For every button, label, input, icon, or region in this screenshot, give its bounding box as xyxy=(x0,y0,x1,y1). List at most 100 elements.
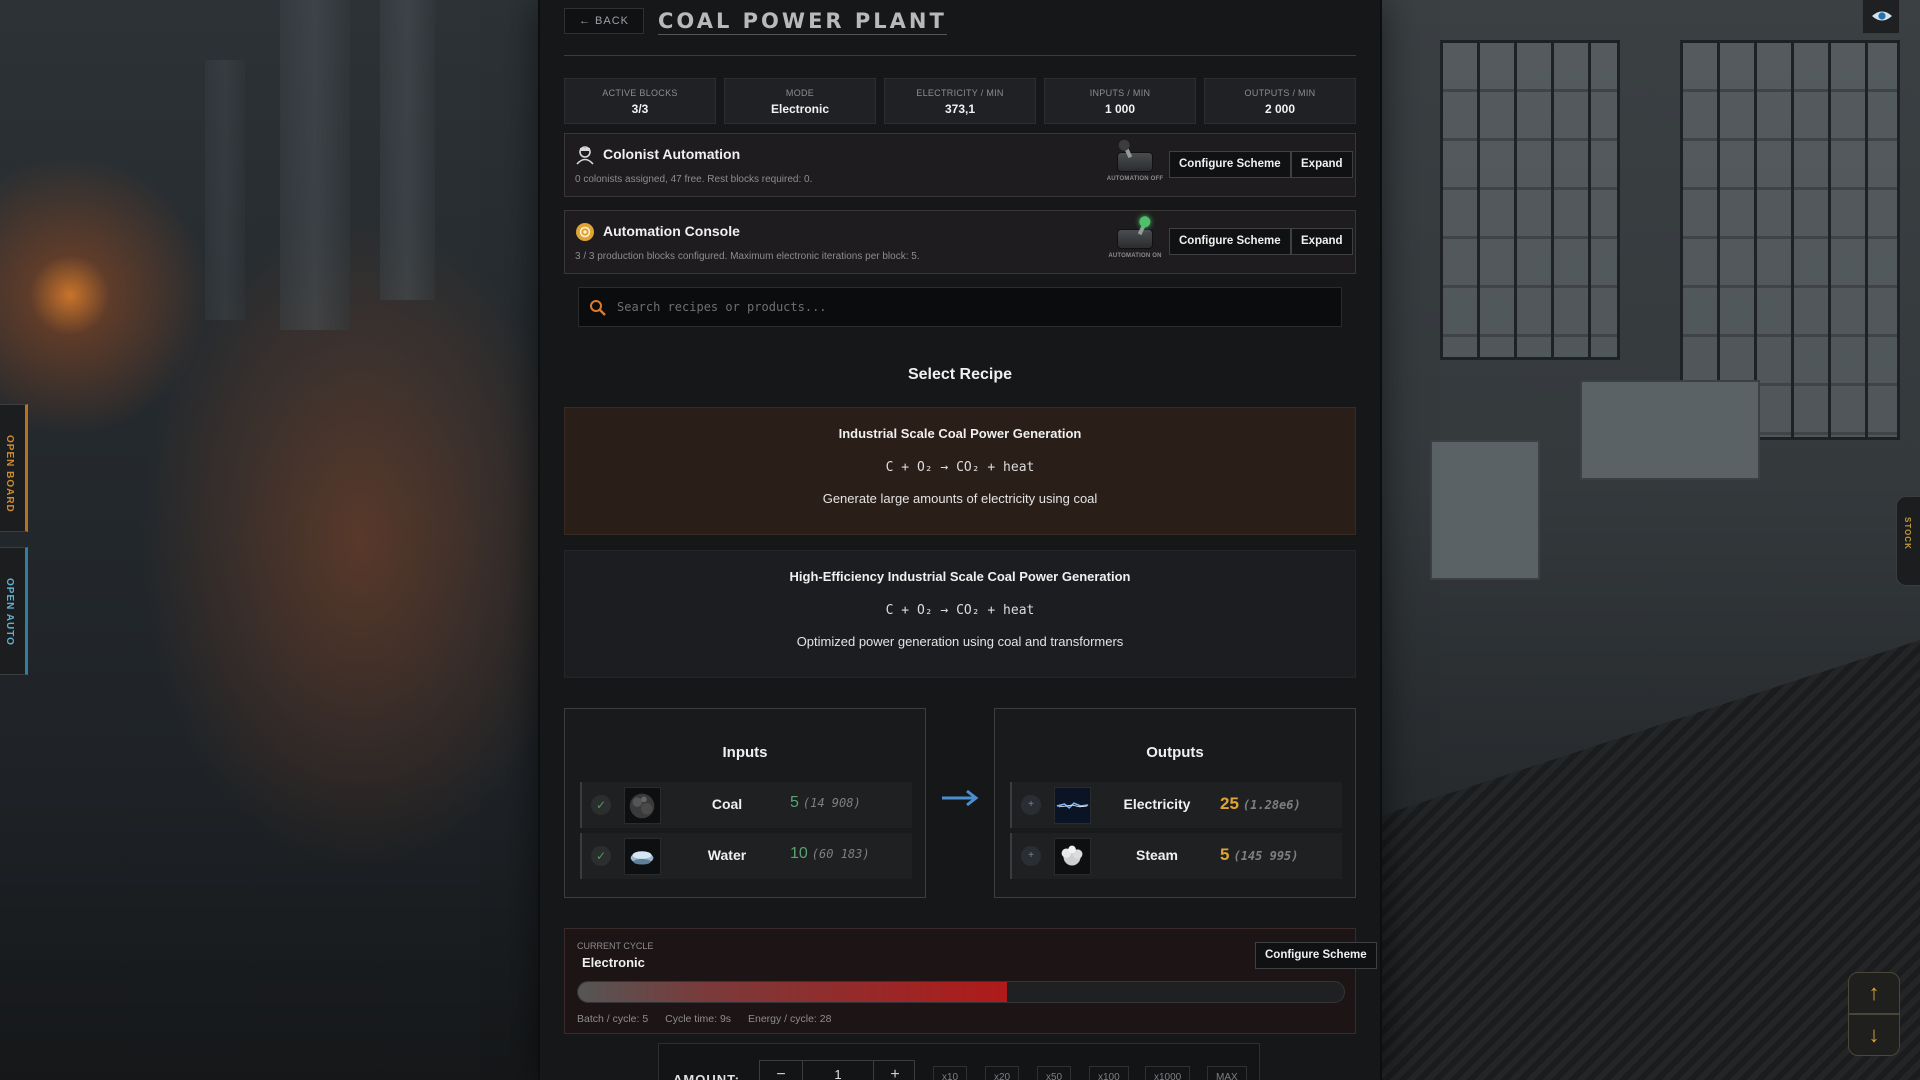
cycle-value: Electronic xyxy=(582,955,645,970)
quantity-stepper: − 1 + xyxy=(759,1060,915,1080)
stat-mode: MODE Electronic xyxy=(724,78,876,124)
toggle-knob xyxy=(1116,137,1132,153)
card-subtitle: 3 / 3 production blocks configured. Maxi… xyxy=(575,251,920,262)
stat-label: ELECTRICITY / MIN xyxy=(916,88,1004,98)
back-button[interactable]: ← BACK xyxy=(564,8,645,34)
visibility-toggle-button[interactable] xyxy=(1862,0,1900,34)
scroll-down-button[interactable]: ↓ xyxy=(1848,1014,1900,1056)
recipe-search xyxy=(578,287,1342,327)
qty-value: 5 xyxy=(1220,845,1230,864)
item-name: Water xyxy=(707,847,747,863)
output-row: + Steam 5 (145 995) xyxy=(1010,833,1342,879)
input-row: ✓ Water 10 (60 183) xyxy=(580,833,912,879)
stock-total: (60 183) xyxy=(811,847,870,861)
stats-row: ACTIVE BLOCKS 3/3 MODE Electronic ELECTR… xyxy=(564,78,1356,124)
configure-scheme-button[interactable]: Configure Scheme xyxy=(1169,228,1291,255)
background-factory-left xyxy=(0,0,540,1080)
outputs-title: Outputs xyxy=(1146,744,1204,761)
open-board-tab[interactable]: OPEN BOARD xyxy=(0,404,28,532)
item-quantity: 25 (1.28e6) xyxy=(1220,794,1301,814)
item-quantity: 5 (14 908) xyxy=(790,794,861,812)
recipe-name: High-Efficiency Industrial Scale Coal Po… xyxy=(789,569,1131,584)
expand-button[interactable]: Expand xyxy=(1291,228,1353,255)
stat-active-blocks: ACTIVE BLOCKS 3/3 xyxy=(564,78,716,124)
configure-scheme-button[interactable]: Configure Scheme xyxy=(1255,942,1377,969)
open-auto-tab[interactable]: OPEN AUTO xyxy=(0,547,28,675)
qty-value: 10 xyxy=(790,845,808,862)
water-icon xyxy=(624,838,661,875)
toggle-label: AUTOMATION OFF xyxy=(1106,176,1164,182)
recipe-card-selected[interactable]: Industrial Scale Coal Power Generation C… xyxy=(564,407,1356,535)
recipe-formula: C + O₂ → CO₂ + heat xyxy=(885,603,1035,618)
production-panel: ← BACK COAL POWER PLANT ACTIVE BLOCKS 3/… xyxy=(540,0,1380,1080)
qty-value: 5 xyxy=(790,794,799,811)
select-recipe-heading: Select Recipe xyxy=(907,366,1013,383)
toggle-label: AUTOMATION ON xyxy=(1108,253,1162,259)
item-quantity: 10 (60 183) xyxy=(790,845,870,863)
multiplier-x100-button[interactable]: x100 xyxy=(1089,1066,1129,1080)
eye-icon xyxy=(1872,11,1892,21)
output-row: + Electricity 25 (1.28e6) xyxy=(1010,782,1342,828)
stat-value: 1 000 xyxy=(1104,102,1136,116)
stat-inputs: INPUTS / MIN 1 000 xyxy=(1044,78,1196,124)
tab-label: OPEN BOARD xyxy=(4,435,15,513)
stock-total: (14 908) xyxy=(802,796,861,810)
cycle-time: Cycle time: 9s xyxy=(665,1013,732,1025)
cycle-label: CURRENT CYCLE xyxy=(577,941,654,951)
background-factory-right xyxy=(1380,0,1920,1080)
input-row: ✓ Coal 5 (14 908) xyxy=(580,782,912,828)
multiplier-x50-button[interactable]: x50 xyxy=(1037,1066,1072,1080)
search-input[interactable] xyxy=(617,288,1327,326)
expand-button[interactable]: Expand xyxy=(1291,151,1353,178)
increment-button[interactable]: + xyxy=(874,1061,916,1080)
outputs-box: Outputs + Electricity 25 (1.28e6) + Steam… xyxy=(994,708,1356,898)
output-marker-icon: + xyxy=(1021,846,1041,866)
recipe-card[interactable]: High-Efficiency Industrial Scale Coal Po… xyxy=(564,550,1356,678)
cycle-progress-bar xyxy=(577,981,1345,1003)
steam-icon xyxy=(1054,838,1091,875)
electricity-icon xyxy=(1054,787,1091,824)
tab-label: STOCK xyxy=(1903,517,1912,550)
cycle-meta: Batch / cycle: 5 Cycle time: 9s Energy /… xyxy=(577,1013,845,1025)
item-name: Steam xyxy=(1135,847,1179,863)
item-quantity: 5 (145 995) xyxy=(1220,845,1299,865)
automation-console-card: Automation Console 3 / 3 production bloc… xyxy=(564,210,1356,274)
stat-outputs: OUTPUTS / MIN 2 000 xyxy=(1204,78,1356,124)
inputs-title: Inputs xyxy=(722,744,768,761)
output-marker-icon: + xyxy=(1021,795,1041,815)
stat-value: 373,1 xyxy=(944,102,976,116)
scroll-up-button[interactable]: ↑ xyxy=(1848,972,1900,1014)
colonist-automation-card: Colonist Automation 0 colonists assigned… xyxy=(564,133,1356,197)
quantity-input[interactable]: 1 xyxy=(802,1061,874,1080)
cycle-progress-fill xyxy=(578,982,1007,1002)
stock-total: (1.28e6) xyxy=(1242,798,1301,812)
stat-label: OUTPUTS / MIN xyxy=(1244,88,1316,98)
automation-toggle-off[interactable]: AUTOMATION OFF xyxy=(1105,137,1165,186)
stock-total: (145 995) xyxy=(1233,849,1299,863)
toggle-knob xyxy=(1137,214,1153,230)
coal-icon xyxy=(624,787,661,824)
toggle-base xyxy=(1117,229,1153,249)
configure-scheme-button[interactable]: Configure Scheme xyxy=(1169,151,1291,178)
stat-label: ACTIVE BLOCKS xyxy=(602,88,678,98)
energy-per-cycle: Energy / cycle: 28 xyxy=(747,1013,832,1025)
search-icon xyxy=(590,300,606,316)
stat-value: 2 000 xyxy=(1264,102,1296,116)
amount-label: AMOUNT: xyxy=(673,1072,740,1080)
current-cycle-panel: CURRENT CYCLE Electronic Configure Schem… xyxy=(564,928,1377,1034)
multiplier-x1000-button[interactable]: x1000 xyxy=(1145,1066,1191,1080)
arrow-right-icon xyxy=(942,789,979,807)
stock-tab[interactable]: STOCK xyxy=(1896,496,1920,586)
check-icon: ✓ xyxy=(591,846,611,866)
automation-toggle-on[interactable]: AUTOMATION ON xyxy=(1105,214,1165,263)
item-name: Coal xyxy=(711,796,743,812)
multiplier-x20-button[interactable]: x20 xyxy=(985,1066,1020,1080)
multiplier-x10-button[interactable]: x10 xyxy=(933,1066,968,1080)
stat-value: 3/3 xyxy=(631,102,649,116)
stat-electricity: ELECTRICITY / MIN 373,1 xyxy=(884,78,1036,124)
multiplier-max-button[interactable]: MAX xyxy=(1207,1066,1247,1080)
batch-per-cycle: Batch / cycle: 5 xyxy=(577,1013,649,1025)
panel-header: ← BACK COAL POWER PLANT xyxy=(564,8,1356,56)
decrement-button[interactable]: − xyxy=(760,1061,802,1080)
card-title: Automation Console xyxy=(603,223,740,239)
